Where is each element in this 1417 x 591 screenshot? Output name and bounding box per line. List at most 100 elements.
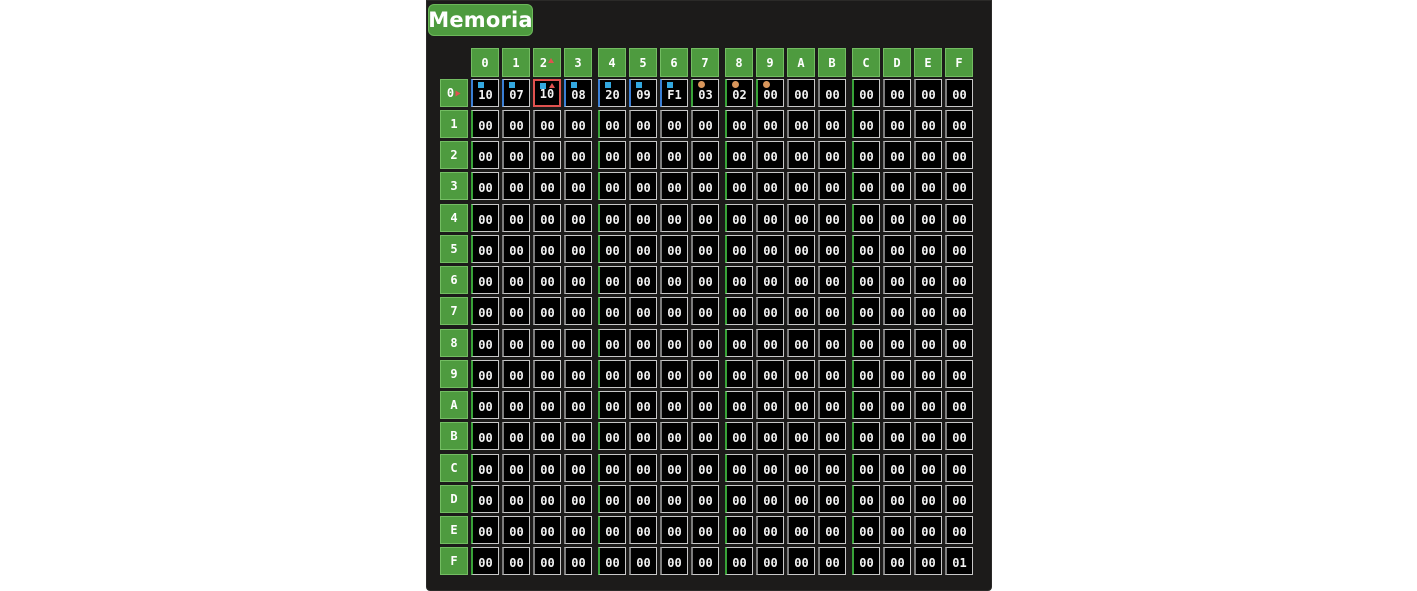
memory-cell-52[interactable]: 00 <box>533 235 561 263</box>
memory-cell-9a[interactable]: 00 <box>787 360 815 388</box>
memory-cell-df[interactable]: 00 <box>945 485 973 513</box>
memory-cell-13[interactable]: 00 <box>564 110 592 138</box>
memory-cell-c1[interactable]: 00 <box>502 454 530 482</box>
memory-cell-5d[interactable]: 00 <box>883 235 911 263</box>
memory-cell-e6[interactable]: 00 <box>660 516 688 544</box>
memory-cell-9d[interactable]: 00 <box>883 360 911 388</box>
memory-cell-2e[interactable]: 00 <box>914 141 942 169</box>
memory-cell-85[interactable]: 00 <box>629 329 657 357</box>
memory-cell-18[interactable]: 00 <box>725 110 753 138</box>
memory-cell-eb[interactable]: 00 <box>818 516 846 544</box>
memory-cell-54[interactable]: 00 <box>598 235 626 263</box>
memory-cell-db[interactable]: 00 <box>818 485 846 513</box>
memory-cell-26[interactable]: 00 <box>660 141 688 169</box>
memory-cell-bc[interactable]: 00 <box>852 422 880 450</box>
memory-cell-21[interactable]: 00 <box>502 141 530 169</box>
memory-cell-ae[interactable]: 00 <box>914 391 942 419</box>
memory-cell-ee[interactable]: 00 <box>914 516 942 544</box>
memory-cell-45[interactable]: 00 <box>629 204 657 232</box>
memory-cell-5e[interactable]: 00 <box>914 235 942 263</box>
memory-cell-b6[interactable]: 00 <box>660 422 688 450</box>
memory-cell-dc[interactable]: 00 <box>852 485 880 513</box>
memory-cell-96[interactable]: 00 <box>660 360 688 388</box>
memory-cell-b8[interactable]: 00 <box>725 422 753 450</box>
memory-cell-5c[interactable]: 00 <box>852 235 880 263</box>
memory-cell-47[interactable]: 00 <box>691 204 719 232</box>
memory-cell-65[interactable]: 00 <box>629 266 657 294</box>
memory-cell-a2[interactable]: 00 <box>533 391 561 419</box>
memory-cell-8b[interactable]: 00 <box>818 329 846 357</box>
memory-cell-57[interactable]: 00 <box>691 235 719 263</box>
memory-cell-b0[interactable]: 00 <box>471 422 499 450</box>
memory-cell-fa[interactable]: 00 <box>787 547 815 575</box>
memory-cell-ac[interactable]: 00 <box>852 391 880 419</box>
memory-cell-24[interactable]: 00 <box>598 141 626 169</box>
memory-cell-1d[interactable]: 00 <box>883 110 911 138</box>
memory-cell-5b[interactable]: 00 <box>818 235 846 263</box>
memory-cell-a0[interactable]: 00 <box>471 391 499 419</box>
memory-cell-07[interactable]: 03 <box>691 79 719 107</box>
memory-cell-6f[interactable]: 00 <box>945 266 973 294</box>
memory-cell-2b[interactable]: 00 <box>818 141 846 169</box>
memory-cell-b3[interactable]: 00 <box>564 422 592 450</box>
memory-cell-3b[interactable]: 00 <box>818 172 846 200</box>
memory-cell-aa[interactable]: 00 <box>787 391 815 419</box>
memory-cell-e1[interactable]: 00 <box>502 516 530 544</box>
memory-cell-f6[interactable]: 00 <box>660 547 688 575</box>
memory-cell-c0[interactable]: 00 <box>471 454 499 482</box>
memory-cell-b4[interactable]: 00 <box>598 422 626 450</box>
memory-cell-74[interactable]: 00 <box>598 297 626 325</box>
memory-cell-1b[interactable]: 00 <box>818 110 846 138</box>
memory-cell-87[interactable]: 00 <box>691 329 719 357</box>
memory-cell-e5[interactable]: 00 <box>629 516 657 544</box>
memory-cell-58[interactable]: 00 <box>725 235 753 263</box>
memory-cell-3d[interactable]: 00 <box>883 172 911 200</box>
memory-cell-88[interactable]: 00 <box>725 329 753 357</box>
memory-cell-a8[interactable]: 00 <box>725 391 753 419</box>
memory-cell-00[interactable]: 10 <box>471 79 499 107</box>
memory-cell-25[interactable]: 00 <box>629 141 657 169</box>
memory-cell-e8[interactable]: 00 <box>725 516 753 544</box>
memory-cell-e4[interactable]: 00 <box>598 516 626 544</box>
memory-cell-a4[interactable]: 00 <box>598 391 626 419</box>
memory-cell-48[interactable]: 00 <box>725 204 753 232</box>
memory-cell-6d[interactable]: 00 <box>883 266 911 294</box>
memory-cell-cd[interactable]: 00 <box>883 454 911 482</box>
memory-cell-de[interactable]: 00 <box>914 485 942 513</box>
memory-cell-90[interactable]: 00 <box>471 360 499 388</box>
memory-cell-39[interactable]: 00 <box>756 172 784 200</box>
memory-cell-51[interactable]: 00 <box>502 235 530 263</box>
memory-cell-92[interactable]: 00 <box>533 360 561 388</box>
memory-cell-cf[interactable]: 00 <box>945 454 973 482</box>
memory-cell-30[interactable]: 00 <box>471 172 499 200</box>
memory-cell-76[interactable]: 00 <box>660 297 688 325</box>
memory-cell-01[interactable]: 07 <box>502 79 530 107</box>
memory-cell-c5[interactable]: 00 <box>629 454 657 482</box>
memory-cell-ad[interactable]: 00 <box>883 391 911 419</box>
memory-cell-f9[interactable]: 00 <box>756 547 784 575</box>
memory-cell-78[interactable]: 00 <box>725 297 753 325</box>
memory-cell-59[interactable]: 00 <box>756 235 784 263</box>
memory-cell-b9[interactable]: 00 <box>756 422 784 450</box>
memory-cell-e9[interactable]: 00 <box>756 516 784 544</box>
memory-cell-1a[interactable]: 00 <box>787 110 815 138</box>
memory-cell-80[interactable]: 00 <box>471 329 499 357</box>
memory-cell-3a[interactable]: 00 <box>787 172 815 200</box>
memory-cell-38[interactable]: 00 <box>725 172 753 200</box>
memory-cell-41[interactable]: 00 <box>502 204 530 232</box>
memory-cell-32[interactable]: 00 <box>533 172 561 200</box>
memory-cell-6b[interactable]: 00 <box>818 266 846 294</box>
memory-cell-60[interactable]: 00 <box>471 266 499 294</box>
memory-cell-02[interactable]: 10 <box>533 79 561 107</box>
memory-cell-d0[interactable]: 00 <box>471 485 499 513</box>
memory-cell-6c[interactable]: 00 <box>852 266 880 294</box>
memory-cell-b1[interactable]: 00 <box>502 422 530 450</box>
memory-cell-ca[interactable]: 00 <box>787 454 815 482</box>
memory-cell-81[interactable]: 00 <box>502 329 530 357</box>
memory-cell-0a[interactable]: 00 <box>787 79 815 107</box>
memory-cell-93[interactable]: 00 <box>564 360 592 388</box>
memory-cell-43[interactable]: 00 <box>564 204 592 232</box>
memory-cell-69[interactable]: 00 <box>756 266 784 294</box>
memory-cell-06[interactable]: F1 <box>660 79 688 107</box>
memory-cell-d9[interactable]: 00 <box>756 485 784 513</box>
